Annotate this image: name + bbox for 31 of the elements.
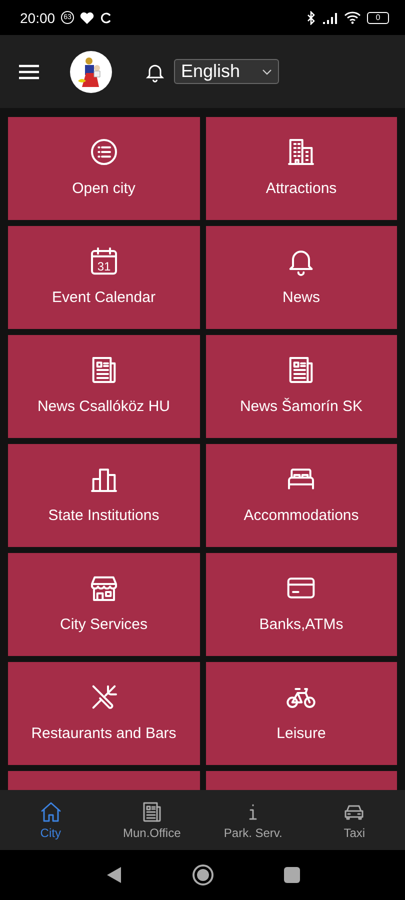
nav-tab[interactable]: Mun.Office <box>101 790 202 850</box>
nav-tab[interactable]: Park. Serv. <box>202 790 304 850</box>
menu-icon[interactable] <box>18 64 40 80</box>
clock: 20:00 <box>20 10 56 26</box>
menu-tile[interactable]: City Services <box>8 553 200 656</box>
nav-tab[interactable]: City <box>0 790 102 850</box>
menu-tile[interactable]: News <box>206 226 397 329</box>
battery-icon: 0 <box>367 12 389 24</box>
bluetooth-icon <box>307 10 316 24</box>
nav-tab[interactable]: Taxi <box>304 790 405 850</box>
menu-tile[interactable]: Restaurants and Bars <box>8 662 200 765</box>
recents-icon[interactable] <box>284 867 300 883</box>
language-select[interactable]: English <box>174 59 280 84</box>
signal-icon <box>322 12 338 24</box>
menu-tile[interactable]: News Šamorín SK <box>206 335 397 438</box>
coat-of-arms-logo <box>70 50 112 92</box>
menu-tile[interactable]: Attractions <box>206 117 397 220</box>
menu-tile[interactable]: State Institutions <box>8 444 200 547</box>
caret-icon <box>262 68 272 74</box>
menu-tile[interactable]: Open city <box>8 117 200 220</box>
home-icon <box>38 800 63 824</box>
menu-tile[interactable]: News Csallóköz HU <box>8 335 200 438</box>
heart-icon <box>80 12 94 24</box>
menu-tile[interactable]: Leisure <box>206 662 397 765</box>
home-icon[interactable] <box>192 864 214 886</box>
wifi-icon <box>344 11 361 24</box>
menu-tile[interactable]: 31 Event Calendar <box>8 226 200 329</box>
sync-icon <box>100 12 112 24</box>
menu-tile[interactable]: Accommodations <box>206 444 397 547</box>
back-icon[interactable] <box>106 866 122 884</box>
menu-tile[interactable]: Banks,ATMs <box>206 553 397 656</box>
